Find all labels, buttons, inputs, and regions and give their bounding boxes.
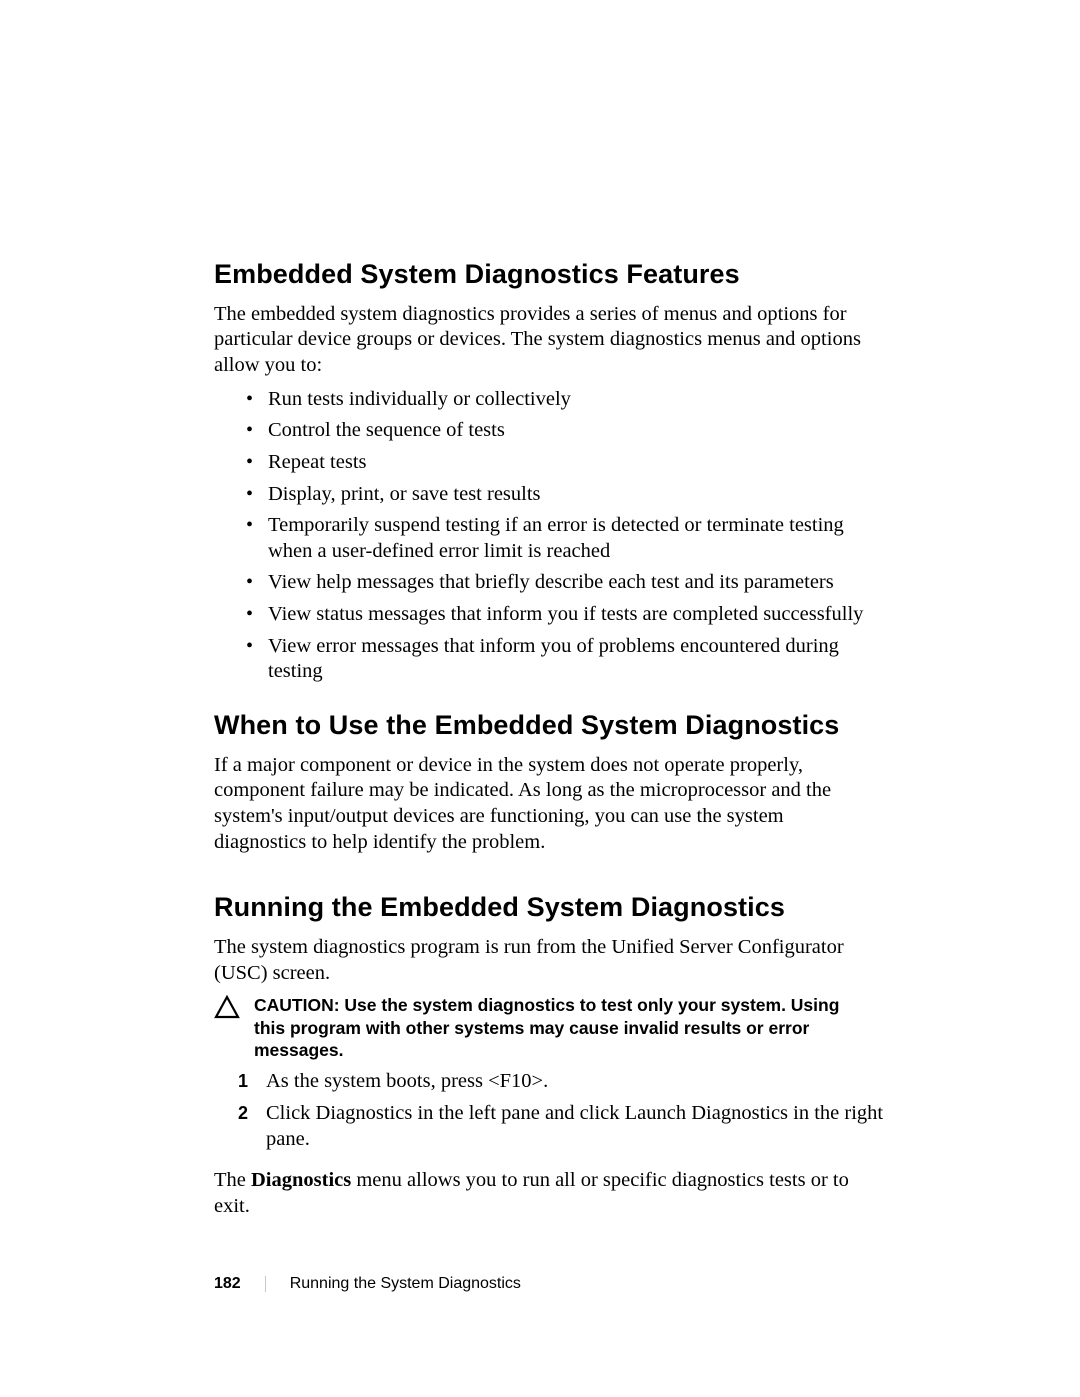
list-item: View error messages that inform you of p… bbox=[246, 634, 886, 691]
caution-triangle-icon bbox=[214, 995, 240, 1024]
page: Embedded System Diagnostics Features The… bbox=[0, 0, 1080, 1397]
caution-text: CAUTION: Use the system diagnostics to t… bbox=[254, 994, 874, 1061]
footer-title: Running the System Diagnostics bbox=[290, 1275, 521, 1293]
paragraph-features-intro: The embedded system diagnostics provides… bbox=[214, 302, 874, 379]
steps-list: As the system boots, press <F10>. Click … bbox=[214, 1069, 888, 1158]
closing-bold: Diagnostics bbox=[251, 1169, 351, 1191]
heading-when-to-use: When to Use the Embedded System Diagnost… bbox=[214, 709, 900, 743]
list-item: Control the sequence of tests bbox=[246, 418, 886, 450]
list-item: Run tests individually or collectively bbox=[246, 387, 886, 419]
closing-pre: The bbox=[214, 1169, 251, 1191]
features-bullets: Run tests individually or collectively C… bbox=[214, 387, 886, 691]
paragraph-running-intro: The system diagnostics program is run fr… bbox=[214, 935, 874, 986]
heading-running: Running the Embedded System Diagnostics bbox=[214, 891, 900, 925]
paragraph-when-to-use: If a major component or device in the sy… bbox=[214, 753, 874, 856]
caution-lead: CAUTION: bbox=[254, 995, 344, 1015]
list-item: Click Diagnostics in the left pane and c… bbox=[238, 1101, 888, 1158]
list-item: Temporarily suspend testing if an error … bbox=[246, 513, 886, 570]
list-item: As the system boots, press <F10>. bbox=[238, 1069, 888, 1101]
paragraph-closing: The Diagnostics menu allows you to run a… bbox=[214, 1168, 874, 1219]
page-number: 182 bbox=[214, 1275, 241, 1293]
caution-block: CAUTION: Use the system diagnostics to t… bbox=[214, 994, 874, 1061]
list-item: Repeat tests bbox=[246, 450, 886, 482]
list-item: View status messages that inform you if … bbox=[246, 602, 886, 634]
footer-separator bbox=[265, 1276, 266, 1292]
list-item: View help messages that briefly describe… bbox=[246, 570, 886, 602]
heading-features: Embedded System Diagnostics Features bbox=[214, 258, 900, 292]
page-footer: 182 Running the System Diagnostics bbox=[214, 1275, 900, 1293]
list-item: Display, print, or save test results bbox=[246, 482, 886, 514]
